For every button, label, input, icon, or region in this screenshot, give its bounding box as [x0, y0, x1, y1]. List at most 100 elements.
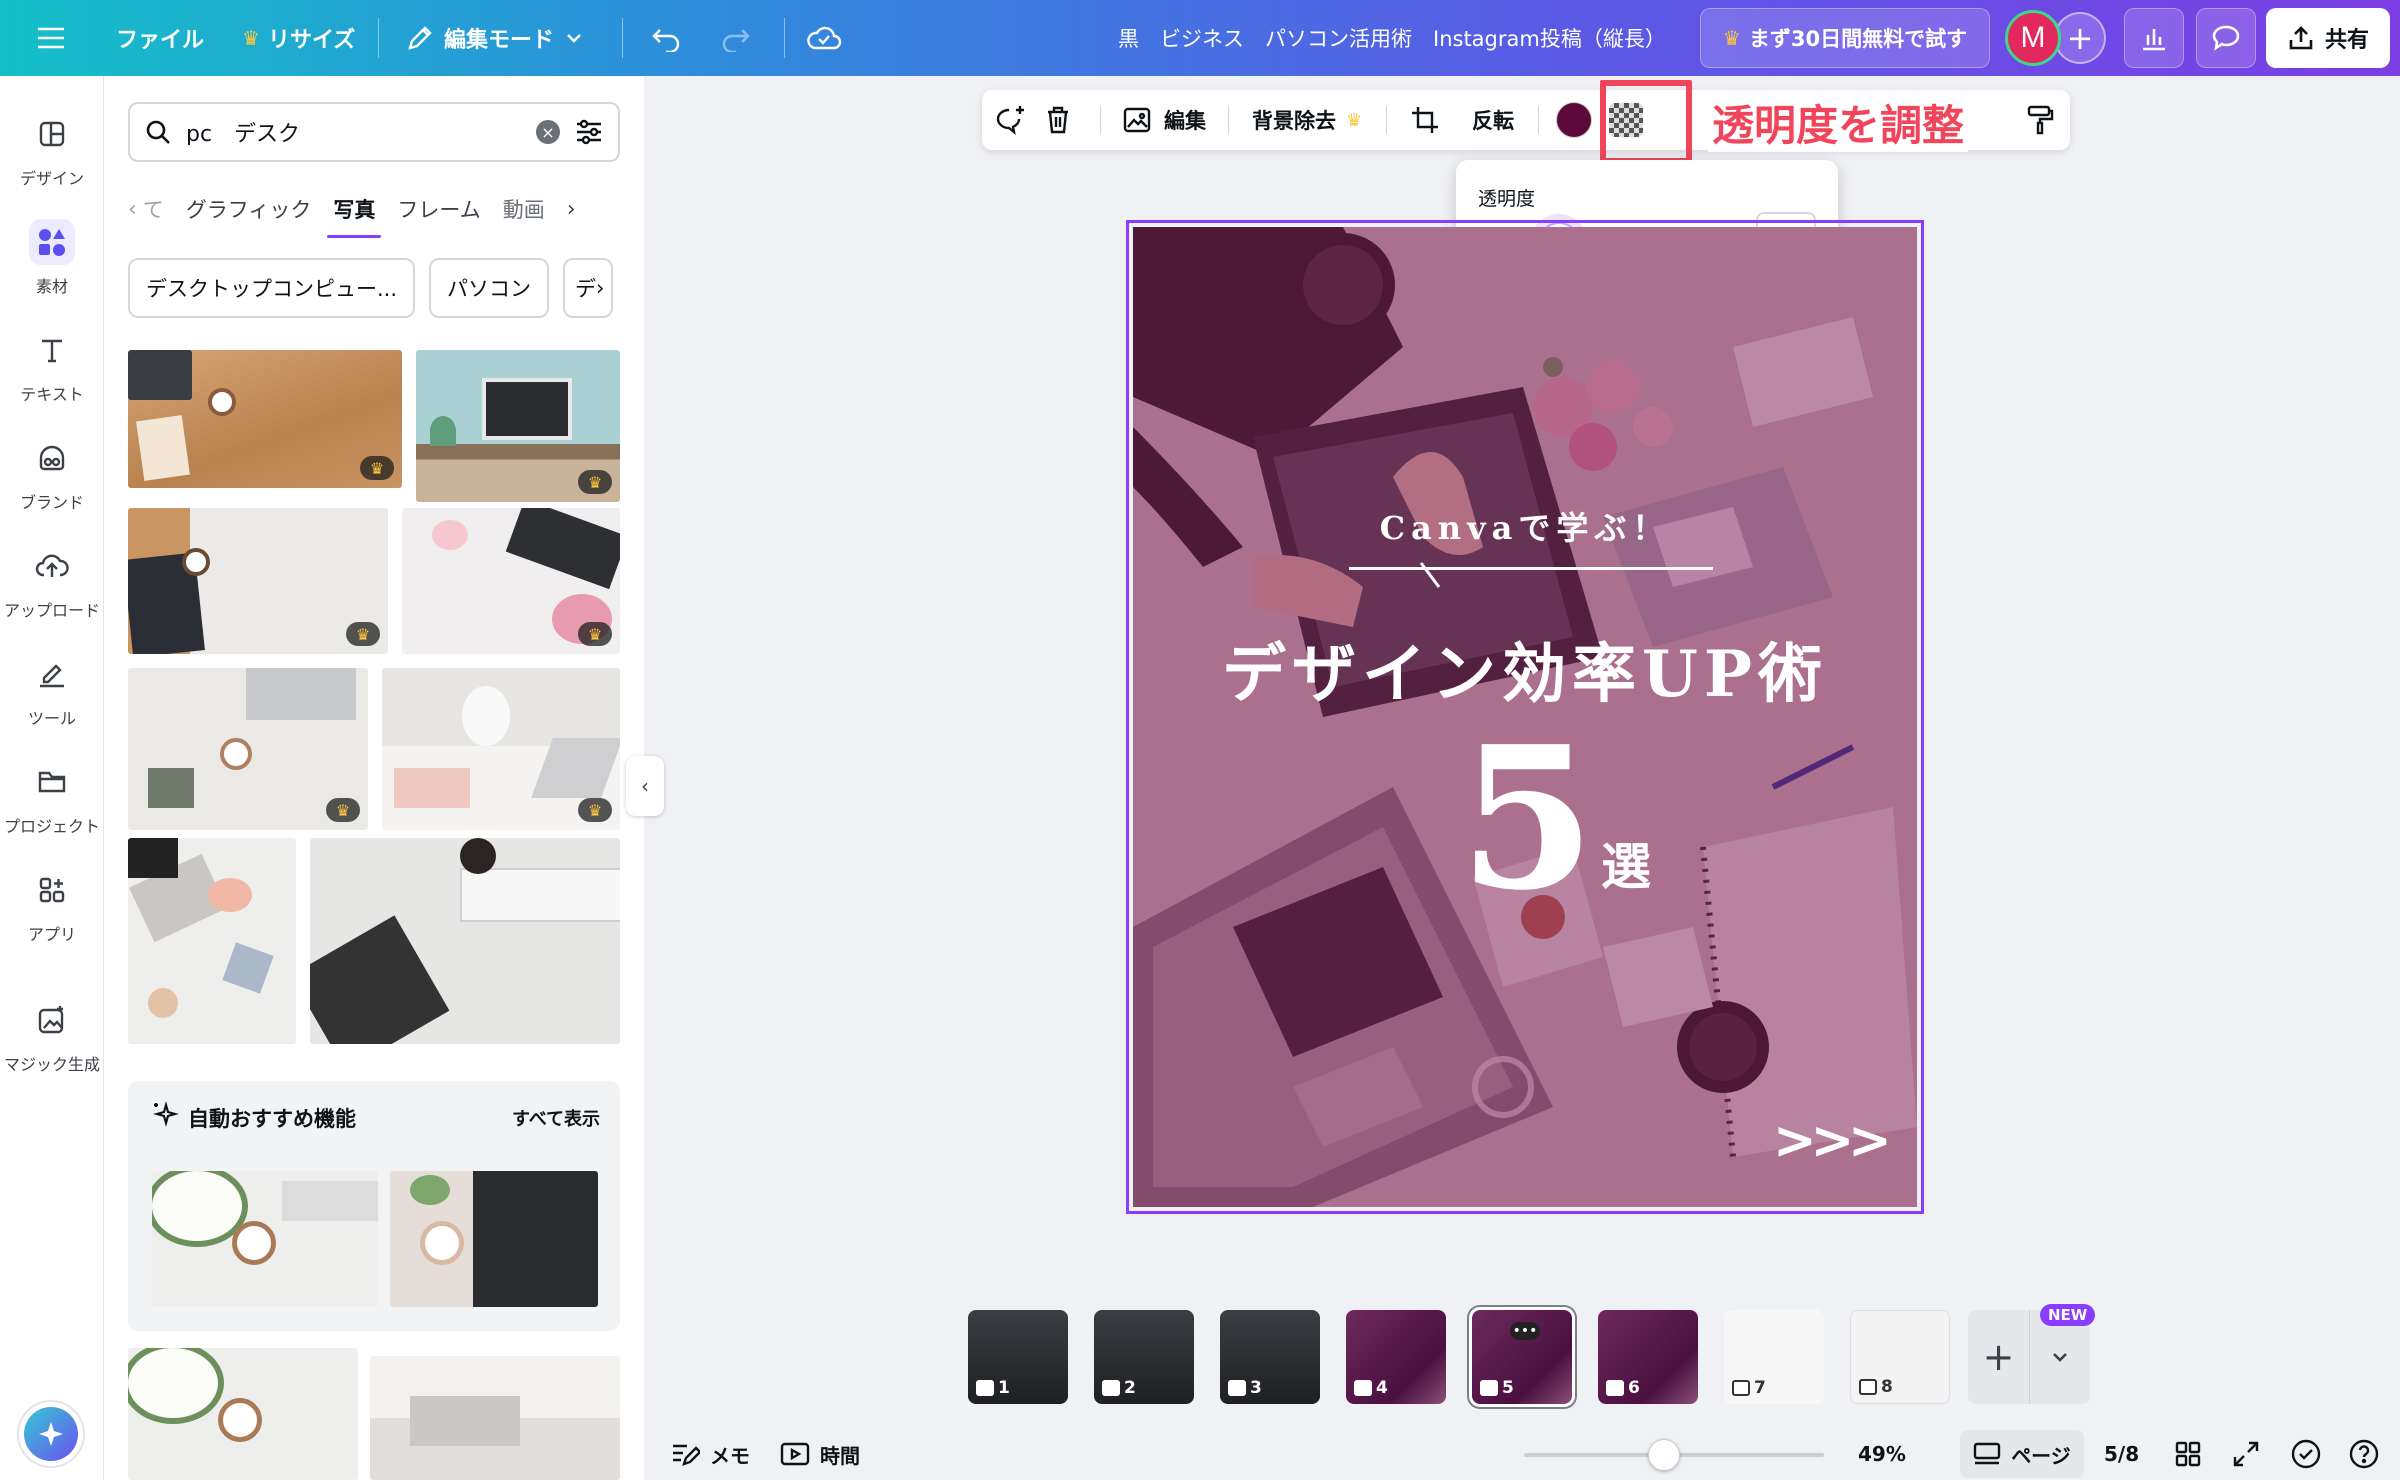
notes-button[interactable]: メモ — [670, 1428, 750, 1480]
comment-add-button[interactable] — [994, 90, 1028, 150]
page-thumbnail[interactable]: 1 — [968, 1310, 1068, 1404]
crop-button[interactable] — [1410, 90, 1440, 150]
chip-desktop-computer[interactable]: デスクトップコンピュー... — [128, 258, 416, 318]
rail-item-elements[interactable]: 素材 — [0, 208, 104, 308]
zoom-knob[interactable] — [1648, 1439, 1680, 1471]
cloud-saved-icon[interactable] — [806, 0, 842, 76]
photo-flatlay-coffee[interactable]: ♛ — [128, 668, 368, 830]
page-subtitle[interactable]: Canvaで学ぶ！ — [1133, 503, 1917, 549]
chevron-right-icon[interactable]: › — [567, 197, 576, 222]
tab-frames[interactable]: フレーム — [397, 180, 480, 238]
photo-keyboard-notebook[interactable] — [310, 838, 620, 1044]
rail-item-upload[interactable]: アップロード — [0, 532, 104, 632]
chevron-left-icon[interactable]: ‹ — [128, 197, 137, 222]
page-thumbnail[interactable]: 6 — [1598, 1310, 1698, 1404]
chevron-down-icon — [567, 34, 581, 43]
resize-button[interactable]: ♛ リサイズ — [242, 0, 355, 76]
photo-more-2[interactable] — [370, 1356, 620, 1480]
rail-item-text[interactable]: テキスト — [0, 316, 104, 416]
rail-item-projects[interactable]: プロジェクト — [0, 748, 104, 848]
page-title[interactable]: デザイン効率UP術 — [1133, 623, 1917, 715]
undo-button[interactable] — [650, 0, 682, 76]
grid-view-button[interactable] — [2174, 1428, 2202, 1480]
edit-image-button[interactable]: 編集 — [1122, 90, 1206, 150]
page-thumbnail[interactable]: 4 — [1346, 1310, 1446, 1404]
redo-button[interactable] — [720, 0, 752, 76]
page-suffix-text[interactable]: 選 — [1601, 827, 1651, 899]
selected-page-frame[interactable]: Canvaで学ぶ！ デザイン効率UP術 5 選 >>> — [1126, 220, 1924, 1214]
divider-line[interactable] — [1349, 567, 1713, 570]
clear-search-icon[interactable]: × — [536, 120, 560, 144]
page-view-button[interactable]: ページ — [1960, 1430, 2084, 1478]
chip-more[interactable]: デ › — [563, 258, 614, 318]
tab-videos[interactable]: 動画 — [503, 180, 545, 238]
file-menu[interactable]: ファイル — [116, 0, 204, 76]
draw-tool-icon — [29, 651, 75, 697]
timer-button[interactable]: 時間 — [780, 1428, 860, 1480]
delete-button[interactable] — [1044, 90, 1072, 150]
photo-more-1[interactable] — [128, 1348, 358, 1480]
document-title[interactable]: 黒 ビジネス パソコン活用術 Instagram投稿（縦長） — [1118, 0, 1666, 76]
free-trial-button[interactable]: ♛ まず30日間無料で試す — [1700, 8, 1990, 68]
filter-icon[interactable] — [574, 118, 604, 146]
trash-icon — [1048, 106, 1068, 134]
thumbnail-label: 6 — [1606, 1378, 1640, 1398]
page-thumbnail[interactable]: 7 — [1724, 1310, 1824, 1404]
arrows-graphic[interactable]: >>> — [1773, 1111, 1892, 1171]
invite-button[interactable]: + — [2054, 12, 2106, 64]
page-count[interactable]: 5/8 — [2104, 1428, 2139, 1480]
insights-button[interactable] — [2124, 8, 2184, 68]
rail-item-apps[interactable]: アプリ — [0, 856, 104, 956]
share-button[interactable]: 共有 — [2266, 8, 2390, 68]
crown-icon: ♛ — [346, 622, 380, 646]
photo-laptop-corner[interactable]: ♛ — [128, 508, 388, 654]
rail-item-brand[interactable]: ブランド — [0, 424, 104, 524]
photo-typing-laptop[interactable] — [128, 838, 296, 1044]
photo-flowers-keyboard[interactable]: ♛ — [402, 508, 620, 654]
tab-photos[interactable]: 写真 — [327, 180, 382, 238]
design-page[interactable]: Canvaで学ぶ！ デザイン効率UP術 5 選 >>> — [1133, 227, 1917, 1207]
fullscreen-button[interactable] — [2232, 1428, 2260, 1480]
sparkle-icon — [39, 1422, 63, 1446]
flip-button[interactable]: 反転 — [1472, 90, 1514, 150]
photo-rec-dark-laptop[interactable] — [390, 1171, 598, 1307]
photo-wood-desk[interactable]: ♛ — [128, 350, 402, 488]
folder-icon — [29, 759, 75, 805]
color-dot — [1556, 102, 1592, 138]
page-thumbnail[interactable]: 3 — [1220, 1310, 1320, 1404]
comments-button[interactable] — [2196, 8, 2256, 68]
photo-bright-desk[interactable]: ♛ — [382, 668, 620, 830]
rail-item-magic[interactable]: マジック生成 — [0, 986, 104, 1086]
crop-icon — [1412, 107, 1438, 133]
photo-monitor-desk[interactable]: ♛ — [416, 350, 620, 502]
page-number-text[interactable]: 5 — [1459, 721, 1595, 917]
edit-mode-dropdown[interactable]: 編集モード — [406, 0, 584, 76]
rail-item-design[interactable]: デザイン — [0, 100, 104, 200]
zoom-level[interactable]: 49% — [1858, 1428, 1906, 1480]
annotation-highlight-box — [1600, 80, 1692, 164]
page-thumbnail[interactable]: 2 — [1094, 1310, 1194, 1404]
bg-remove-button[interactable]: 背景除去 ♛ — [1252, 90, 1362, 150]
check-button[interactable] — [2290, 1428, 2322, 1480]
tab-partial[interactable]: て — [143, 180, 164, 238]
page-thumbnail[interactable]: 8 — [1850, 1310, 1950, 1404]
hamburger-icon[interactable] — [36, 0, 66, 76]
chip-pc[interactable]: パソコン — [429, 258, 550, 318]
copy-style-button[interactable] — [2010, 90, 2070, 150]
help-button[interactable] — [2348, 1428, 2380, 1480]
zoom-slider[interactable] — [1524, 1439, 1824, 1471]
more-options-icon[interactable]: ••• — [1510, 1322, 1540, 1340]
tab-graphics[interactable]: グラフィック — [186, 180, 312, 238]
plus-icon[interactable]: + — [1968, 1310, 2030, 1404]
page-thumbnail[interactable]: 5 ••• — [1469, 1307, 1575, 1407]
rail-item-tools[interactable]: ツール — [0, 640, 104, 740]
avatar[interactable]: M — [2005, 10, 2061, 66]
collapse-panel-button[interactable]: ‹ — [626, 756, 664, 816]
color-swatch[interactable] — [1556, 90, 1592, 150]
thumbnail-label: 8 — [1859, 1377, 1893, 1397]
comment-icon — [1606, 1380, 1624, 1396]
photo-rec-flowers[interactable] — [152, 1171, 378, 1307]
see-all-link[interactable]: すべて表示 — [512, 1105, 600, 1131]
magic-assistant-button[interactable] — [17, 1400, 85, 1468]
search-input[interactable] — [186, 119, 522, 145]
